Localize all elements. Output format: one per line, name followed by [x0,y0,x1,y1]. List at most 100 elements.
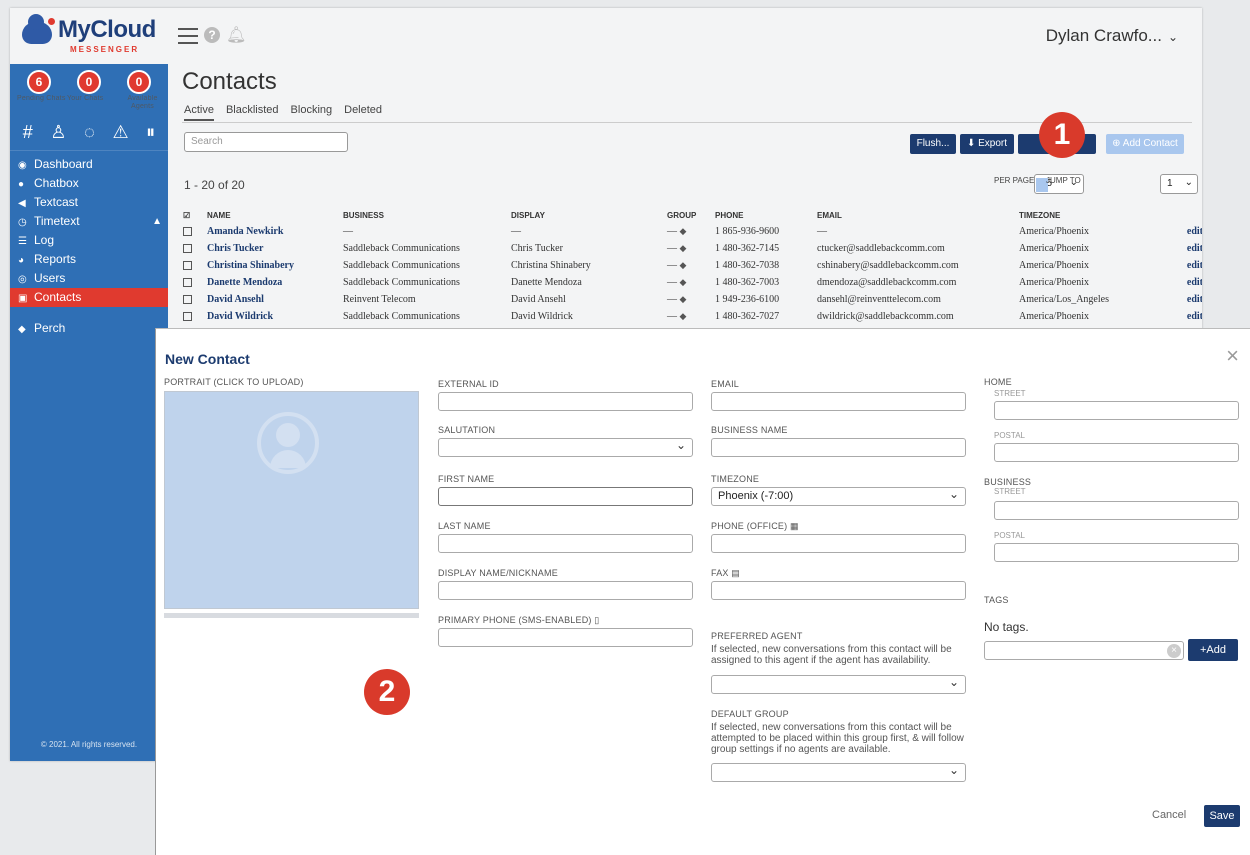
hash-icon[interactable]: # [23,122,33,143]
cell-name[interactable]: David Ansehl [206,291,342,308]
row-checkbox[interactable] [183,244,192,254]
edit-link[interactable]: edit [1140,223,1202,240]
portrait-upload[interactable] [164,391,419,609]
jump-to-select[interactable]: 1 ⌄ [1160,174,1198,194]
column-header[interactable]: GROUP [666,207,714,223]
sidebar-item-dashboard[interactable]: ◉ Dashboard [10,155,168,174]
edit-link[interactable]: edit [1140,240,1202,257]
row-checkbox[interactable] [183,295,192,305]
timezone-select[interactable]: Phoenix (-7:00) [711,486,966,506]
email-field[interactable] [711,392,966,411]
preferred-agent-select[interactable] [711,674,966,694]
table-row[interactable]: Danette Mendoza Saddleback Communications… [182,274,1202,291]
select-all-checkbox[interactable]: ☑ [182,207,206,223]
column-header[interactable]: NAME [206,207,342,223]
tab-active[interactable]: Active [184,104,214,121]
row-checkbox[interactable] [183,312,192,322]
cell-name[interactable]: Chris Tucker [206,240,342,257]
table-row[interactable]: Christina Shinabery Saddleback Communicat… [182,257,1202,274]
table-row[interactable]: Amanda Newkirk — — — ◆ 1 865-936-9600— Americ… [182,223,1202,240]
tag-input[interactable] [984,641,1184,660]
tab-blocking[interactable]: Blocking [291,104,333,121]
user-icon[interactable]: ♙ [50,122,66,143]
bell-icon[interactable]: 🔔︎ [226,25,246,45]
row-checkbox[interactable] [183,278,192,288]
cell-name[interactable]: Christina Shinabery [206,257,342,274]
download-icon: ⬇︎ [966,138,979,149]
column-header[interactable]: EMAIL [816,207,1018,223]
table-row[interactable]: Chris Tucker Saddleback Communications Chr… [182,240,1202,257]
cell-name[interactable]: Amanda Newkirk [206,223,342,240]
export-button[interactable]: ⬇︎ Export [960,134,1014,154]
cancel-button[interactable]: Cancel [1152,809,1186,821]
logo[interactable]: MyCloud MESSENGER [18,14,166,58]
home-street-field[interactable] [994,401,1239,420]
phone-office-field[interactable] [711,534,966,553]
chat-bubble-icon[interactable]: ◌ [84,122,95,143]
close-icon[interactable]: × [1226,343,1239,369]
external-id-field[interactable] [438,392,693,411]
cell-name[interactable]: Danette Mendoza [206,274,342,291]
pause-icon[interactable]: ⏸ [146,122,155,143]
search-input[interactable]: Search [184,132,348,152]
tag-icon[interactable]: ◆ [680,243,687,253]
cell-name[interactable]: David Wildrick [206,308,342,325]
column-header[interactable]: PHONE [714,207,816,223]
home-postal-field[interactable] [994,443,1239,462]
chevron-up-icon[interactable]: ▲ [152,212,162,231]
business-name-field[interactable] [711,438,966,457]
column-header-actions [1140,207,1202,223]
tab-blacklisted[interactable]: Blacklisted [226,104,279,121]
sidebar-item-perch[interactable]: ◆ Perch [10,319,168,338]
sidebar-item-chatbox[interactable]: ● Chatbox [10,174,168,193]
business-postal-field[interactable] [994,543,1239,562]
edit-link[interactable]: edit [1140,257,1202,274]
clear-icon[interactable]: × [1167,644,1181,658]
hamburger-menu-icon[interactable] [178,28,198,44]
tag-icon[interactable]: ◆ [680,294,687,304]
edit-link[interactable]: edit [1140,291,1202,308]
edit-link[interactable]: edit [1140,274,1202,291]
tag-icon[interactable]: ◆ [680,277,687,287]
column-header[interactable]: BUSINESS [342,207,510,223]
sidebar-item-reports[interactable]: ◕ Reports [10,250,168,269]
cell-business: — [343,226,353,237]
sidebar-item-users[interactable]: ◎ Users [10,269,168,288]
column-header[interactable]: TIMEZONE [1018,207,1140,223]
sidebar-item-log[interactable]: ☰ Log [10,231,168,250]
stat-pending-chats[interactable]: 6 Pending Chats [17,70,65,114]
sidebar-item-contacts[interactable]: ▣ Contacts [10,288,168,307]
cell-business: Saddleback Communications [343,311,460,322]
display-name-field[interactable] [438,581,693,600]
default-group-select[interactable] [711,762,966,782]
add-tag-button[interactable]: +Add [1188,639,1238,661]
add-contact-button[interactable]: ⊕ Add Contact [1106,134,1184,154]
tag-icon[interactable]: ◆ [680,260,687,270]
primary-phone-field[interactable] [438,628,693,647]
flush-button[interactable]: Flush... [910,134,956,154]
chevron-down-icon: ⌄ [1184,177,1193,188]
sidebar-item-textcast[interactable]: ◀ Textcast [10,193,168,212]
row-checkbox[interactable] [183,261,192,271]
column-header[interactable]: DISPLAY [510,207,666,223]
fax-field[interactable] [711,581,966,600]
cell-group: — ◆ [667,260,687,271]
edit-link[interactable]: edit [1140,308,1202,325]
tab-deleted[interactable]: Deleted [344,104,382,121]
warning-icon[interactable]: ⚠ [112,122,128,143]
tag-icon[interactable]: ◆ [680,226,687,236]
business-street-field[interactable] [994,501,1239,520]
sidebar-item-timetext[interactable]: ◷ Timetext ▲ [10,212,168,231]
help-icon[interactable]: ? [204,27,220,43]
row-checkbox[interactable] [183,227,192,237]
stat-available-agents[interactable]: 0 Available Agents [117,70,161,114]
save-button[interactable]: Save [1204,805,1240,827]
first-name-field[interactable] [438,487,693,506]
stat-your-chats[interactable]: 0 Your Chats [67,70,111,114]
salutation-select[interactable] [438,437,693,457]
table-row[interactable]: David Ansehl Reinvent Telecom David Ansehl… [182,291,1202,308]
last-name-field[interactable] [438,534,693,553]
tag-icon[interactable]: ◆ [680,311,687,321]
user-menu[interactable]: Dylan Crawfo... ⌄ [1046,26,1178,46]
table-row[interactable]: David Wildrick Saddleback Communications D… [182,308,1202,325]
